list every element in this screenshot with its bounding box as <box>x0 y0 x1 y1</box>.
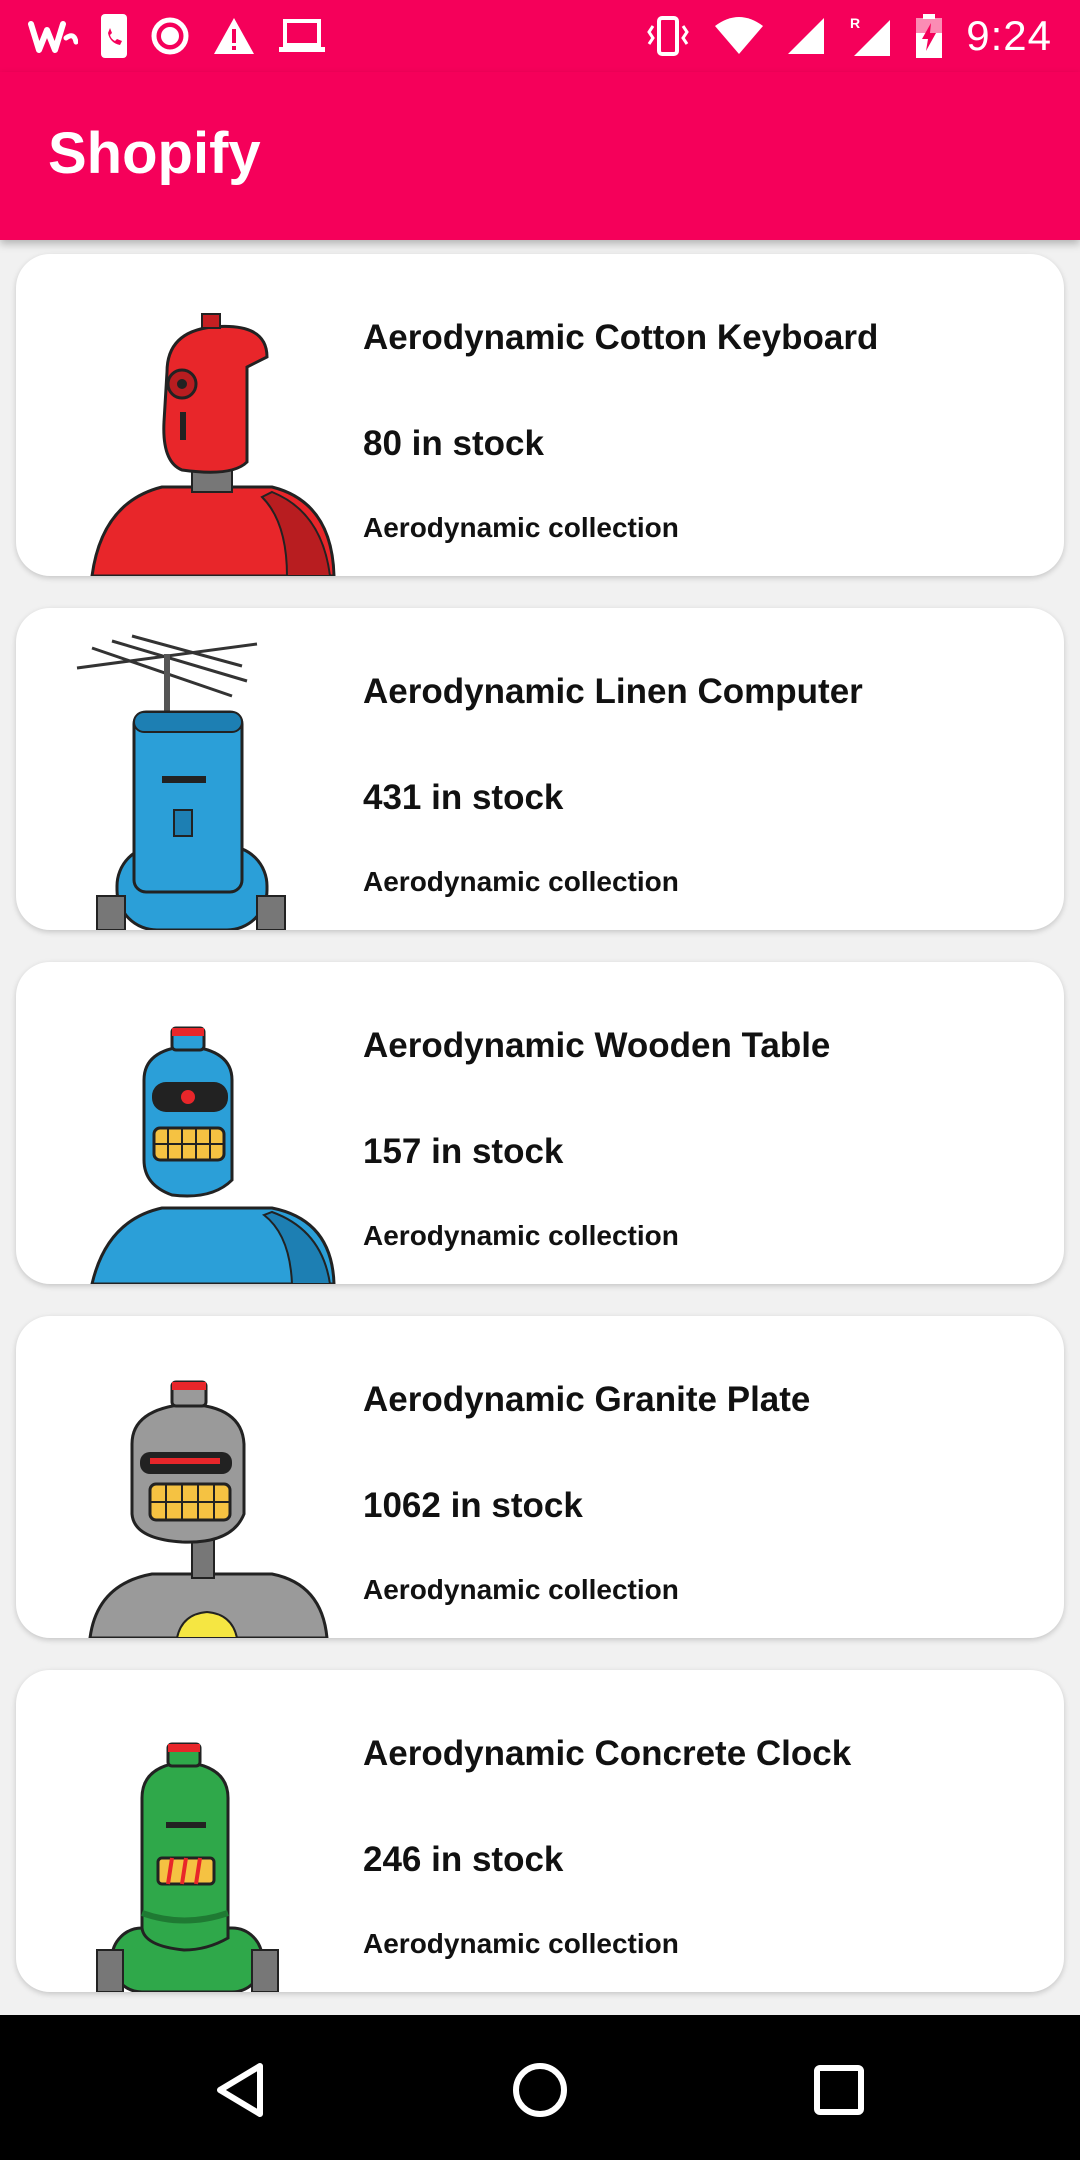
product-list[interactable]: Aerodynamic Cotton Keyboard 80 in stock … <box>0 240 1080 2015</box>
product-stock: 1062 in stock <box>363 1486 583 1525</box>
product-collection: Aerodynamic collection <box>363 1220 679 1251</box>
laptop-icon <box>278 12 326 60</box>
product-collection: Aerodynamic collection <box>363 1574 679 1605</box>
status-bar: R 9:24 <box>0 0 1080 72</box>
product-title: Aerodynamic Cotton Keyboard <box>363 318 879 357</box>
product-card[interactable]: Aerodynamic Granite Plate 1062 in stock … <box>16 1316 1064 1638</box>
signal-roaming-icon: R <box>848 12 892 60</box>
back-button[interactable] <box>197 2045 287 2135</box>
notification-icons <box>28 12 326 60</box>
product-stock: 157 in stock <box>363 1132 564 1171</box>
product-title: Aerodynamic Granite Plate <box>363 1380 811 1419</box>
home-icon <box>513 2063 567 2117</box>
circle-notification-icon <box>150 12 190 60</box>
warning-icon <box>212 12 256 60</box>
wattpad-icon <box>28 12 78 60</box>
wifi-icon <box>714 12 764 60</box>
home-button[interactable] <box>495 2045 585 2135</box>
recents-icon <box>814 2065 864 2115</box>
product-title: Aerodynamic Concrete Clock <box>363 1734 852 1773</box>
product-collection: Aerodynamic collection <box>363 1928 679 1959</box>
app-bar: Shopify <box>0 72 1080 240</box>
robot-thumbnail <box>88 1380 329 1638</box>
back-icon <box>217 2063 263 2117</box>
product-title: Aerodynamic Wooden Table <box>363 1026 831 1065</box>
robot-thumbnail <box>90 313 336 576</box>
phone-icon <box>100 12 128 60</box>
vibrate-icon <box>644 12 692 60</box>
product-collection: Aerodynamic collection <box>363 866 679 897</box>
product-card[interactable]: Aerodynamic Linen Computer 431 in stock … <box>16 608 1064 930</box>
clock: 9:24 <box>966 12 1052 59</box>
product-card[interactable]: Aerodynamic Wooden Table 157 in stock Ae… <box>16 962 1064 1284</box>
product-card[interactable]: Aerodynamic Cotton Keyboard 80 in stock … <box>16 254 1064 576</box>
robot-thumbnail <box>76 634 286 930</box>
product-title: Aerodynamic Linen Computer <box>363 672 863 711</box>
recents-button[interactable] <box>794 2045 884 2135</box>
product-card[interactable]: Aerodynamic Concrete Clock 246 in stock … <box>16 1670 1064 1992</box>
product-collection: Aerodynamic collection <box>363 512 679 543</box>
battery-charging-icon <box>914 12 944 60</box>
product-stock: 246 in stock <box>363 1840 564 1879</box>
app-title: Shopify <box>48 121 261 186</box>
robot-thumbnail <box>90 1026 336 1284</box>
system-icons: R 9:24 <box>644 12 1052 60</box>
navigation-bar <box>0 2015 1080 2160</box>
robot-thumbnail <box>96 1742 279 1992</box>
product-stock: 80 in stock <box>363 424 544 463</box>
signal-icon <box>786 12 826 60</box>
product-stock: 431 in stock <box>363 778 564 817</box>
svg-text:R: R <box>850 15 860 31</box>
